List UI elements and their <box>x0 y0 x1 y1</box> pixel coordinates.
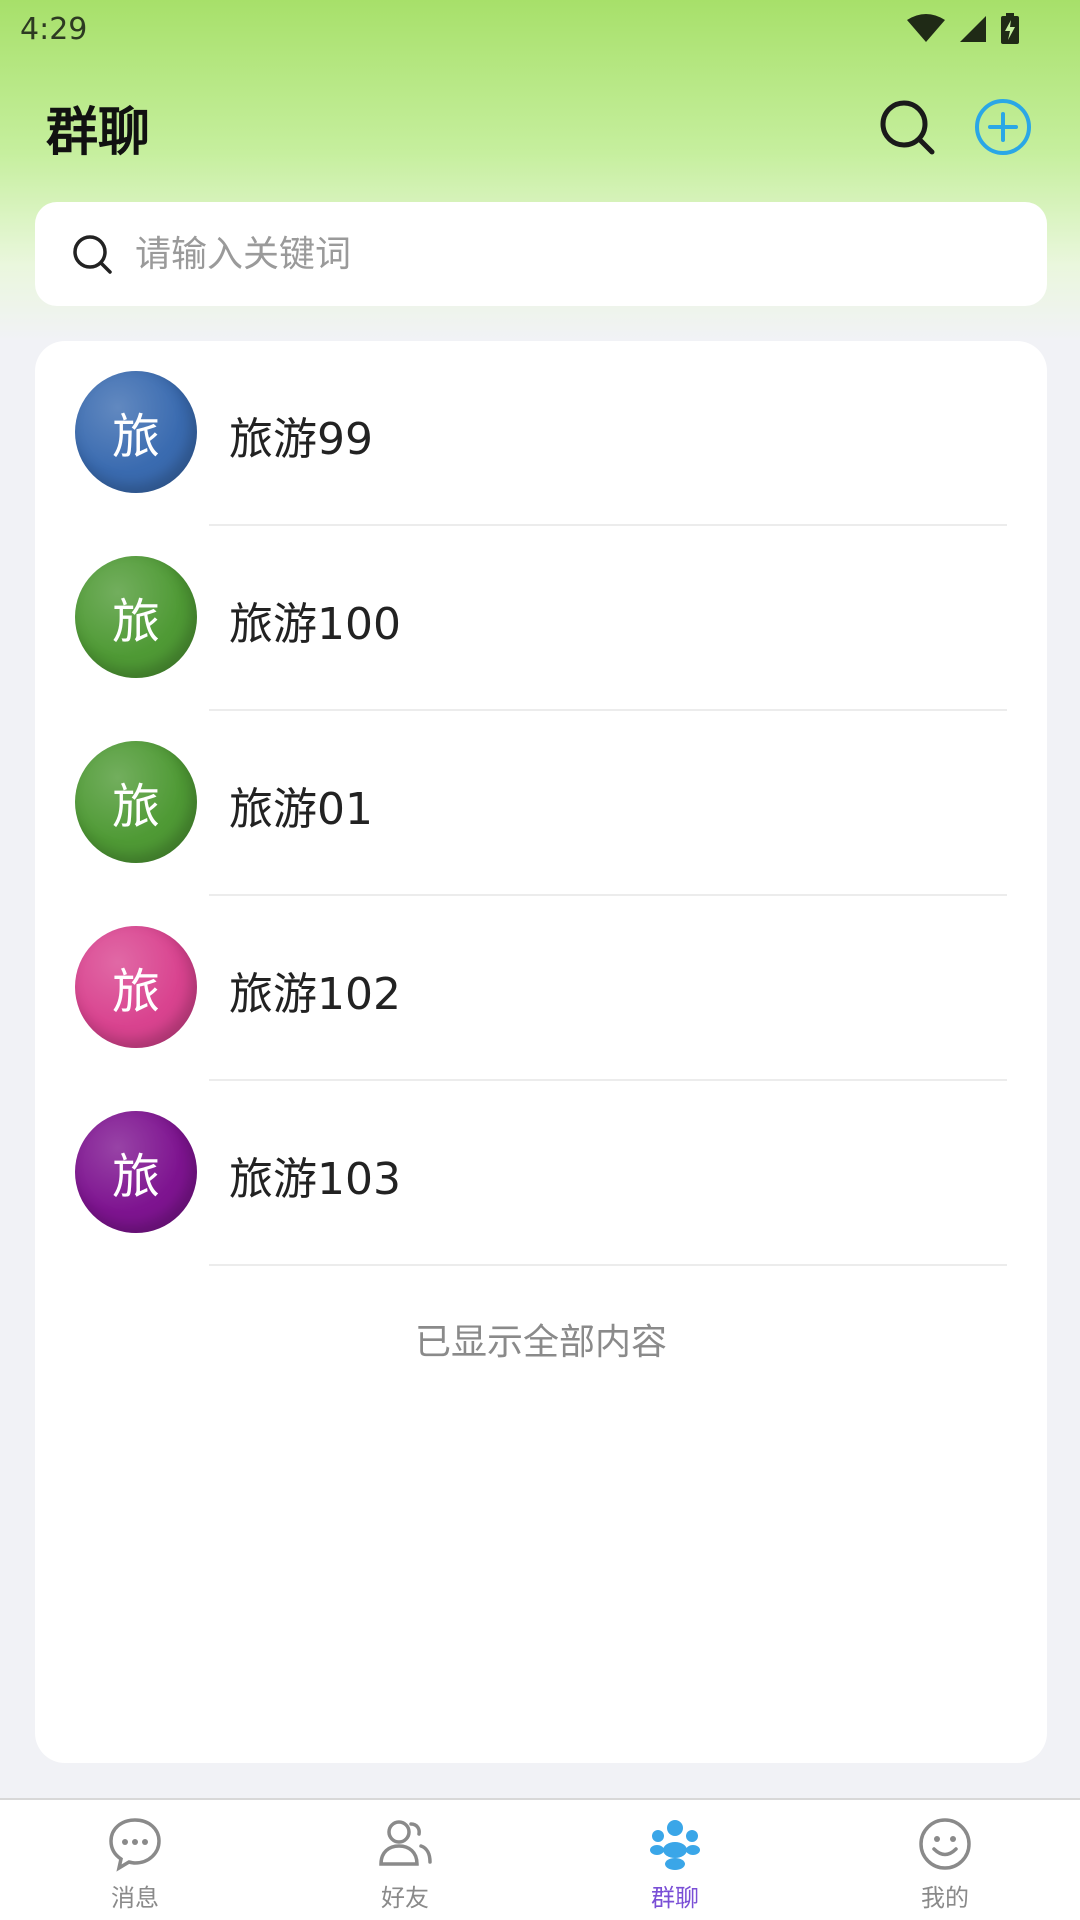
group-avatar: 旅 <box>75 556 197 678</box>
divider <box>209 1264 1007 1266</box>
group-name: 旅游100 <box>229 599 401 650</box>
tab-label: 消息 <box>111 1884 159 1912</box>
group-list: 旅旅游99 旅旅游100 旅旅游01 旅旅游102 旅旅游103 已显示全部内容 <box>35 341 1047 1763</box>
group-avatar: 旅 <box>75 371 197 493</box>
tab-label: 好友 <box>381 1884 429 1912</box>
search-input[interactable] <box>135 233 955 275</box>
tab-me[interactable]: 我的 <box>810 1800 1080 1920</box>
tab-messages[interactable]: 消息 <box>0 1800 270 1920</box>
group-list-item[interactable]: 旅旅游103 <box>35 1081 1047 1266</box>
friends-icon <box>379 1820 432 1866</box>
battery-icon <box>1001 13 1019 44</box>
plus-circle-icon <box>975 99 1031 155</box>
group-list-item[interactable]: 旅旅游100 <box>35 526 1047 711</box>
search-icon <box>73 235 112 274</box>
status-bar: 4:29 <box>0 0 1080 58</box>
add-group-button[interactable] <box>972 96 1034 158</box>
search-bar[interactable] <box>35 202 1047 306</box>
status-time: 4:29 <box>20 11 88 47</box>
header-search-button[interactable] <box>876 96 938 158</box>
group-list-item[interactable]: 旅旅游01 <box>35 711 1047 896</box>
group-name: 旅游102 <box>229 969 401 1020</box>
tab-label: 我的 <box>921 1884 969 1912</box>
list-end-text: 已显示全部内容 <box>414 1322 667 1363</box>
group-name: 旅游99 <box>229 414 373 465</box>
group-list-item[interactable]: 旅旅游99 <box>35 341 1047 526</box>
cellular-signal-icon <box>960 16 986 42</box>
tab-groups[interactable]: 群聊 <box>540 1800 810 1920</box>
group-avatar: 旅 <box>75 1111 197 1233</box>
group-list-item[interactable]: 旅旅游102 <box>35 896 1047 1081</box>
search-icon <box>880 100 935 155</box>
header: 群聊 <box>0 82 1080 172</box>
tab-friends[interactable]: 好友 <box>270 1800 540 1920</box>
wifi-icon <box>907 14 945 42</box>
group-name: 旅游01 <box>229 784 373 835</box>
group-icon <box>650 1820 700 1870</box>
tab-label: 群聊 <box>651 1884 699 1912</box>
status-icons <box>906 13 1020 45</box>
smiley-icon <box>919 1818 971 1870</box>
group-avatar: 旅 <box>75 741 197 863</box>
group-name: 旅游103 <box>229 1154 401 1205</box>
group-avatar: 旅 <box>75 926 197 1048</box>
page-title: 群聊 <box>46 102 151 163</box>
chat-bubble-icon <box>109 1818 161 1872</box>
bottom-tab-bar: 消息 好友 群聊 我的 <box>0 1798 1080 1920</box>
